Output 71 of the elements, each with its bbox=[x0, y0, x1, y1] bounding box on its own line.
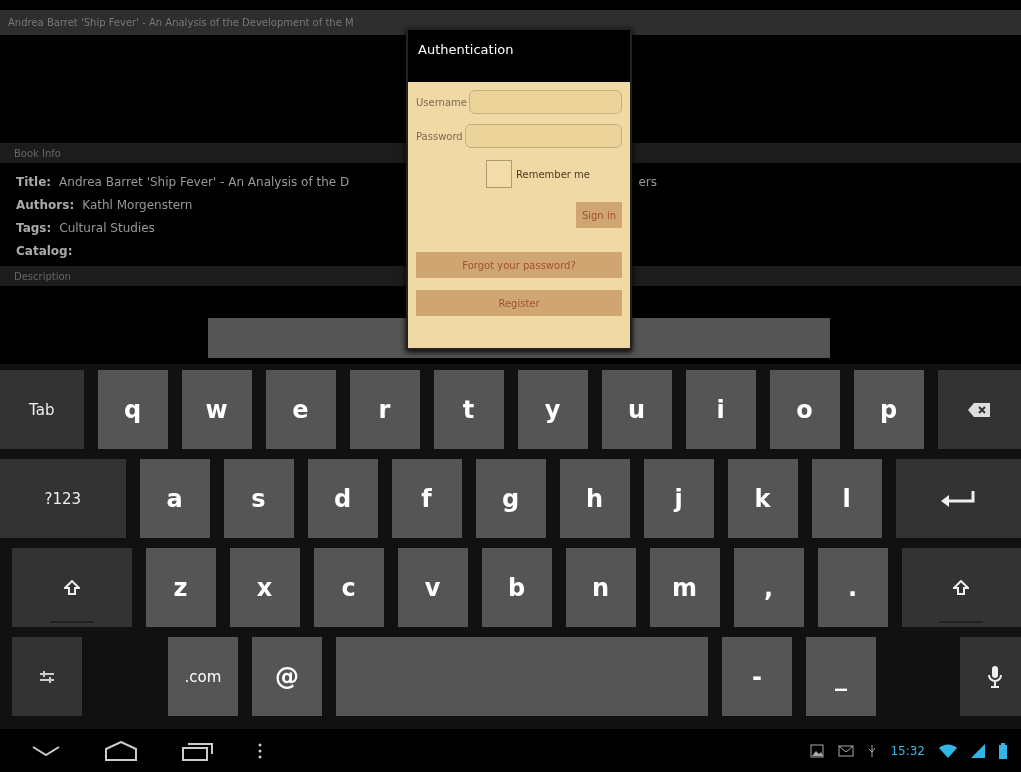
field-label: Tags: bbox=[16, 221, 52, 235]
key[interactable]: - bbox=[722, 637, 792, 716]
key[interactable]: j bbox=[643, 459, 714, 538]
key[interactable]: t bbox=[433, 370, 504, 449]
sliders-icon bbox=[40, 669, 54, 684]
section-label: Book Info bbox=[14, 147, 61, 159]
key[interactable]: u bbox=[601, 370, 672, 449]
key[interactable]: . bbox=[817, 548, 888, 627]
key[interactable]: _ bbox=[806, 637, 876, 716]
key[interactable]: k bbox=[727, 459, 798, 538]
microphone-icon bbox=[988, 665, 1002, 688]
microphone-key[interactable] bbox=[960, 637, 1021, 716]
key[interactable]: o bbox=[769, 370, 840, 449]
key[interactable]: , bbox=[733, 548, 804, 627]
key[interactable]: e bbox=[265, 370, 336, 449]
key[interactable]: v bbox=[397, 548, 468, 627]
key[interactable]: Tab bbox=[0, 370, 84, 449]
key[interactable]: w bbox=[181, 370, 252, 449]
key[interactable]: l bbox=[811, 459, 882, 538]
key[interactable]: ?123 bbox=[0, 459, 126, 538]
key[interactable]: a bbox=[139, 459, 210, 538]
menu-icon[interactable] bbox=[258, 742, 262, 759]
field-label: Username bbox=[416, 96, 467, 108]
key[interactable]: x bbox=[229, 548, 300, 627]
key[interactable]: z bbox=[145, 548, 216, 627]
key[interactable]: i bbox=[685, 370, 756, 449]
usb-icon bbox=[868, 744, 877, 757]
field-value: Kathl Morgenstern bbox=[82, 198, 193, 212]
key[interactable]: r bbox=[349, 370, 420, 449]
username-field[interactable] bbox=[469, 90, 622, 114]
field-label: Catalog: bbox=[16, 244, 73, 258]
wifi-icon bbox=[939, 743, 957, 758]
field-label: Password bbox=[416, 130, 463, 142]
image-icon bbox=[810, 743, 825, 758]
mail-icon bbox=[838, 744, 855, 757]
key[interactable]: s bbox=[223, 459, 294, 538]
field-value: Andrea Barret 'Ship Fever' - An Analysis of the D bbox=[59, 175, 350, 189]
key[interactable]: f bbox=[391, 459, 462, 538]
shift-icon bbox=[63, 579, 80, 596]
key[interactable]: n bbox=[565, 548, 636, 627]
field-value: Cultural Studies bbox=[59, 221, 155, 235]
shift-icon bbox=[953, 579, 970, 596]
enter-icon bbox=[941, 490, 976, 507]
book-title: Andrea Barret 'Ship Fever' - An Analysis of the Development of the M bbox=[8, 17, 354, 28]
field-value: ers bbox=[638, 175, 657, 189]
password-field[interactable] bbox=[464, 124, 622, 148]
recent-apps-icon[interactable] bbox=[182, 740, 214, 761]
key[interactable]: y bbox=[517, 370, 588, 449]
key[interactable]: h bbox=[559, 459, 630, 538]
battery-icon bbox=[999, 742, 1007, 759]
key[interactable]: @ bbox=[252, 637, 322, 716]
checkbox[interactable] bbox=[486, 160, 512, 188]
key[interactable]: .com bbox=[168, 637, 238, 716]
field-label: Authors: bbox=[16, 198, 75, 212]
home-icon[interactable] bbox=[104, 740, 138, 761]
key[interactable]: b bbox=[481, 548, 552, 627]
signal-icon bbox=[971, 743, 985, 758]
checkbox-label: Remember me bbox=[516, 168, 590, 180]
backspace-key[interactable] bbox=[937, 370, 1021, 449]
key[interactable]: p bbox=[853, 370, 924, 449]
key[interactable]: d bbox=[307, 459, 378, 538]
field-label: Title: bbox=[16, 175, 52, 189]
key[interactable]: c bbox=[313, 548, 384, 627]
key[interactable]: g bbox=[475, 459, 546, 538]
section-label: Description bbox=[14, 270, 71, 282]
backspace-icon bbox=[968, 402, 991, 417]
key[interactable]: q bbox=[97, 370, 168, 449]
clock-time: 15:32 bbox=[890, 743, 925, 758]
dialog-title: Authentication bbox=[418, 42, 514, 57]
back-icon[interactable] bbox=[32, 745, 60, 756]
key[interactable]: m bbox=[649, 548, 720, 627]
